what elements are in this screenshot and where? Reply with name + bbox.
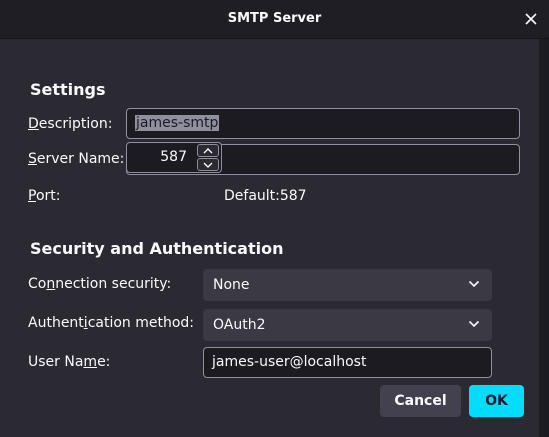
window-title: SMTP Server: [227, 11, 322, 26]
chevron-up-icon: [203, 147, 213, 153]
port-stepper[interactable]: 587: [126, 142, 222, 173]
port-value: 587: [160, 149, 187, 165]
description-input[interactable]: james-smtp: [126, 108, 520, 139]
chevron-down-icon: [468, 280, 480, 288]
port-increment-button[interactable]: [197, 144, 219, 157]
auth-method-label: Authentication method:: [28, 315, 195, 331]
connection-security-label: Connection security:: [28, 276, 172, 292]
connection-security-select[interactable]: None: [203, 269, 492, 301]
security-heading: Security and Authentication: [30, 239, 284, 258]
close-icon: [525, 13, 537, 25]
user-name-input[interactable]: james-user@localhost: [203, 347, 492, 378]
chevron-down-icon: [203, 162, 213, 168]
port-default-text: Default:587: [224, 188, 307, 204]
port-decrement-button[interactable]: [197, 158, 219, 171]
chevron-down-icon: [468, 320, 480, 328]
ok-button[interactable]: OK: [469, 385, 524, 417]
connection-security-value: None: [213, 277, 250, 293]
user-name-label: User Name:: [28, 354, 111, 370]
cancel-button[interactable]: Cancel: [380, 385, 461, 417]
description-label: Description:: [28, 116, 113, 132]
settings-heading: Settings: [30, 80, 106, 99]
window-edge: [539, 39, 549, 437]
description-value: james-smtp: [135, 115, 220, 131]
auth-method-select[interactable]: OAuth2: [203, 309, 492, 341]
server-name-label: Server Name:: [28, 151, 125, 167]
background-artifact: [0, 397, 4, 407]
port-label: Port:: [28, 188, 61, 204]
close-button[interactable]: [519, 7, 543, 31]
auth-method-value: OAuth2: [213, 317, 266, 333]
